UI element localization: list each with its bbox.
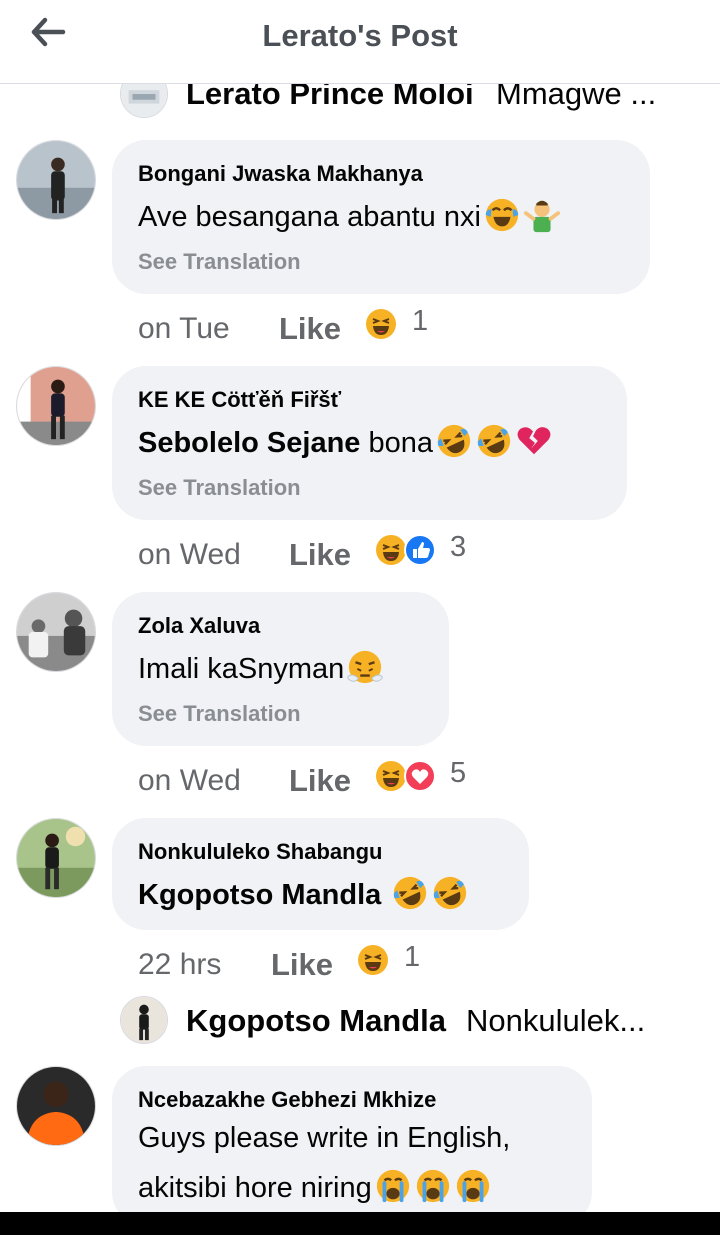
avatar[interactable] [16,592,96,672]
rolling-laughing-emoji [434,876,467,910]
comment-text-content: Ave besangana abantu nxi [138,201,481,233]
comment-text-line1: Guys please write in English, [138,1122,511,1154]
comment-text: Imali kaSnyman [138,648,384,686]
reaction-count[interactable]: 1 [404,941,420,974]
comment-text-content: akitsibi hore niring [138,1172,372,1204]
broken-heart-emoji [517,427,551,455]
page-title: Lerato's Post [262,18,458,53]
haha-reaction-icon[interactable] [357,944,389,976]
crying-emoji [376,1169,409,1203]
reaction-count[interactable]: 3 [450,531,466,564]
see-translation-link[interactable]: See Translation [138,249,301,275]
avatar[interactable] [16,366,96,446]
reply-author[interactable]: Kgopotso Mandla [186,1003,446,1039]
like-reaction-icon[interactable] [404,534,436,566]
comment-author[interactable]: Ncebazakhe Gebhezi Mkhize [138,1087,436,1113]
comment-text: Kgopotso Mandla [138,874,469,912]
see-translation-link[interactable]: See Translation [138,475,301,501]
reaction-count[interactable]: 1 [412,305,428,338]
comment-time: on Wed [138,764,241,797]
top-bar: Lerato's Post [0,0,720,84]
rolling-laughing-emoji [477,424,511,458]
crying-emoji [456,1169,489,1203]
mention-tag[interactable]: Sebolelo Sejane [138,427,360,459]
rolling-laughing-emoji [437,424,471,458]
comment-time: on Wed [138,538,241,571]
mention-tag[interactable]: Kgopotso Mandla [138,879,381,911]
tears-of-joy-emoji [485,198,519,232]
like-button[interactable]: Like [289,537,351,573]
see-translation-link[interactable]: See Translation [138,701,301,727]
comment-author[interactable]: KE KE Cötťěň Fiřšť [138,387,341,413]
like-button[interactable]: Like [271,947,333,983]
love-reaction-icon[interactable] [404,760,436,792]
comment-text: Sebolelo Sejane bona [138,422,553,460]
rolling-laughing-emoji [394,876,427,910]
avatar[interactable] [120,996,168,1044]
comment-author[interactable]: Zola Xaluva [138,613,260,639]
reply-snippet[interactable]: Nonkululek... [466,1003,645,1039]
comment-time: on Tue [138,312,230,345]
comment-text-line2: akitsibi hore niring [138,1167,492,1205]
haha-reaction-icon[interactable] [365,308,397,340]
reaction-count[interactable]: 5 [450,757,466,790]
avatar[interactable] [16,818,96,898]
haha-reaction-icon[interactable] [375,534,407,566]
comment-author[interactable]: Nonkululeko Shabangu [138,839,382,865]
comment-author[interactable]: Bongani Jwaska Makhanya [138,161,423,187]
comment-text: Ave besangana abantu nxi [138,196,561,234]
shrug-emoji [523,200,560,233]
system-nav-bar [0,1212,720,1235]
comment-text-content: bona [368,427,433,459]
avatar[interactable] [16,140,96,220]
comment-time: 22 hrs [138,948,222,981]
haha-reaction-icon[interactable] [375,760,407,792]
like-button[interactable]: Like [289,763,351,799]
crying-emoji [416,1169,449,1203]
like-button[interactable]: Like [279,311,341,347]
avatar[interactable] [16,1066,96,1146]
steam-nose-emoji [347,650,383,684]
comment-text-content: Imali kaSnyman [138,653,345,685]
